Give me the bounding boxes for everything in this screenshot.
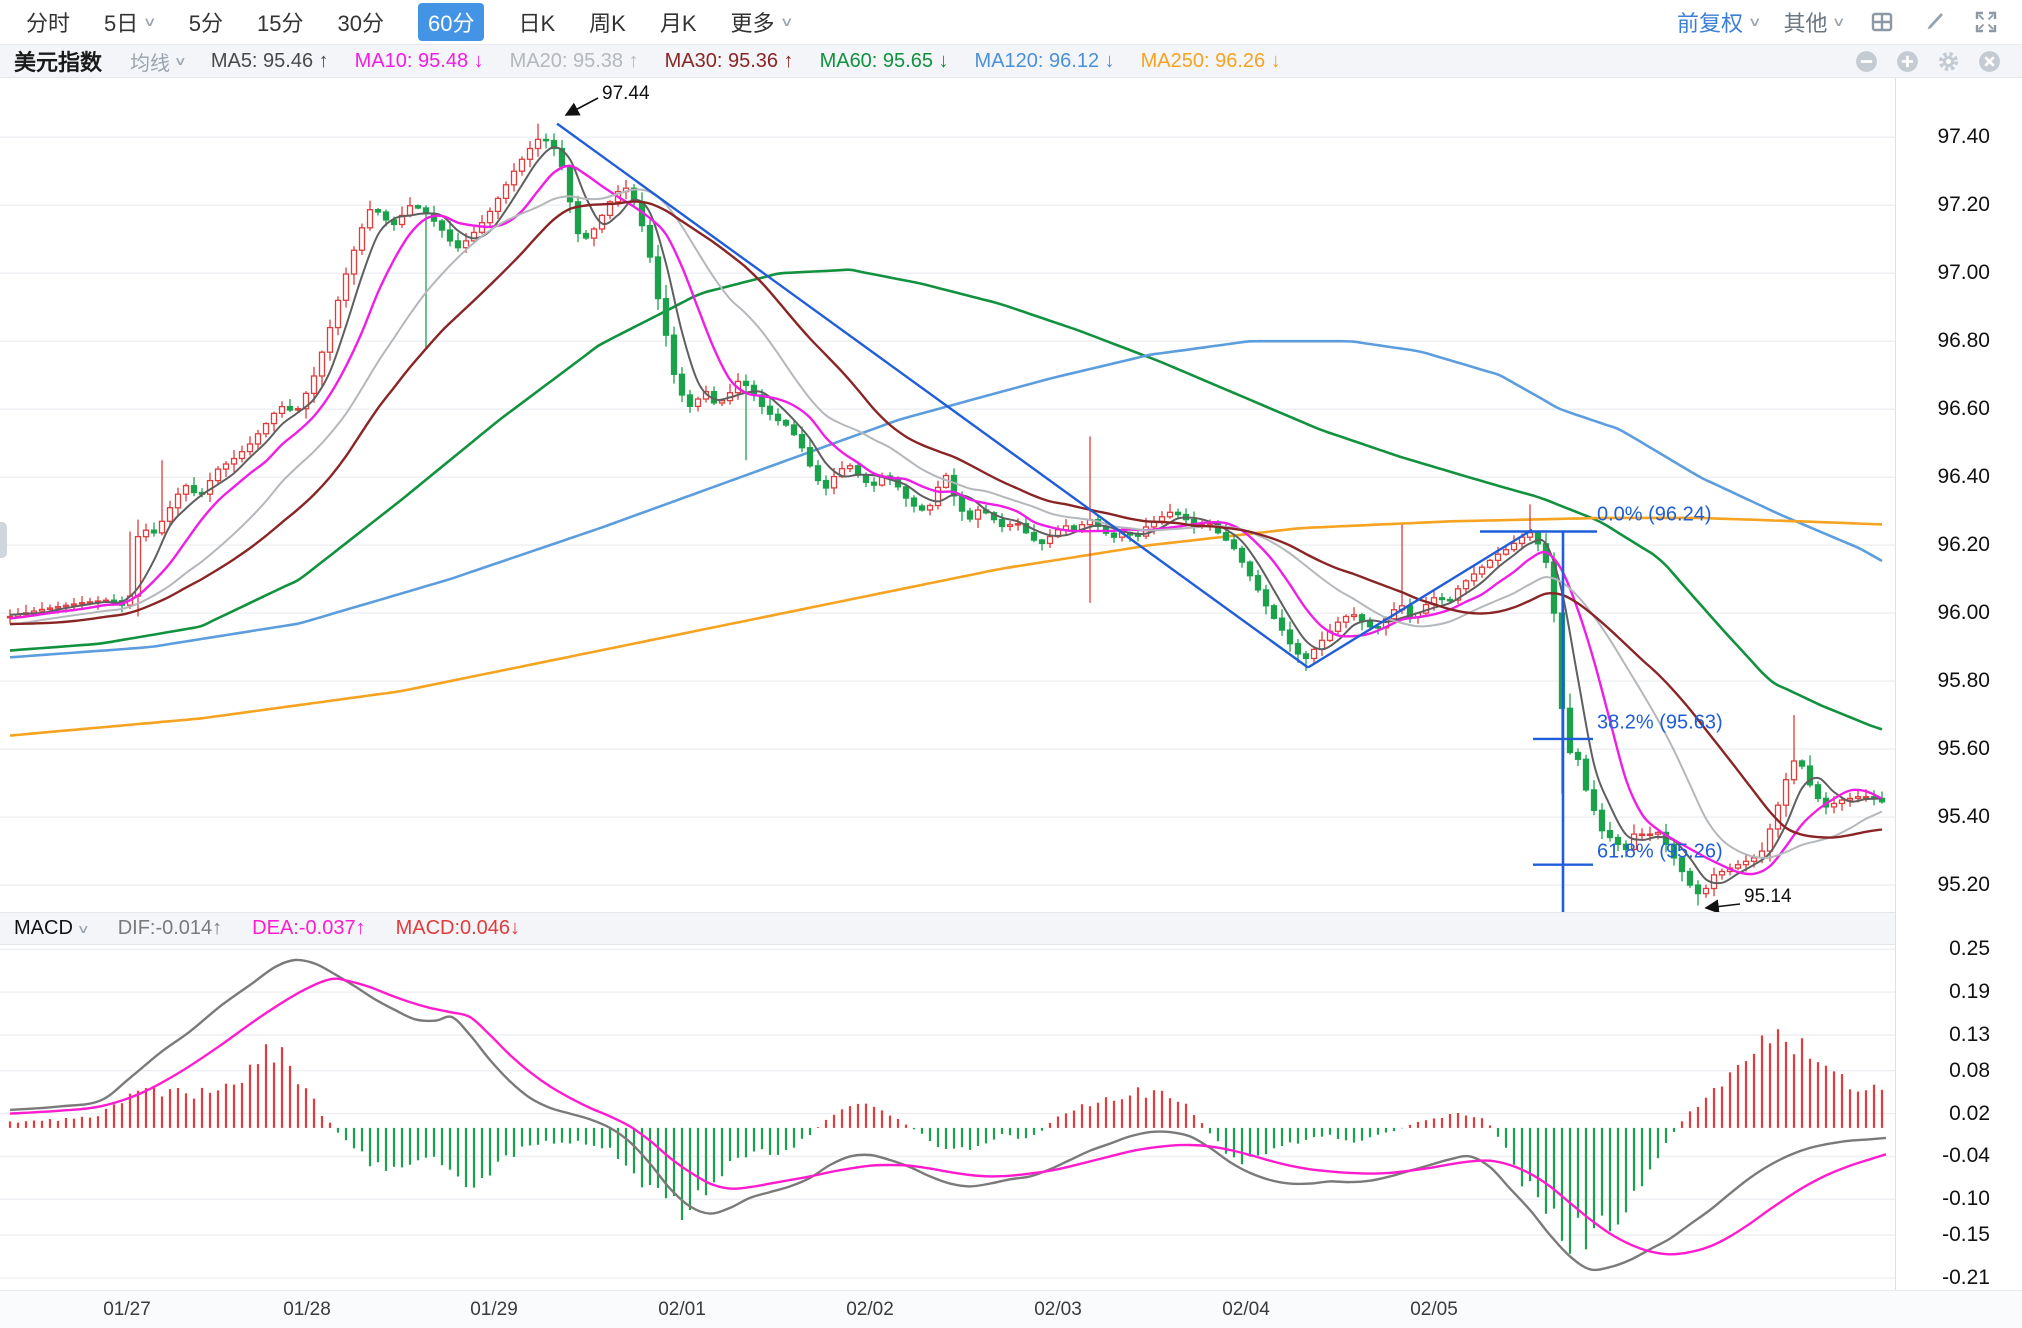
price-axis-label: 97.00: [1937, 261, 1990, 285]
ma-readouts: MA5: 95.46 ↑ MA10: 95.48 ↓ MA20: 95.38 ↑ MA…: [185, 50, 1281, 73]
price-axis-label: 95.80: [1937, 669, 1990, 693]
adjust-mode-dropdown[interactable]: 前复权 ∨: [1677, 6, 1760, 38]
x-axis-label: 02/05: [1410, 1299, 1458, 1321]
x-axis-label: 01/28: [283, 1299, 331, 1321]
macd-readout: MACD:0.046↓: [396, 917, 521, 940]
x-axis-label: 02/02: [846, 1299, 894, 1321]
fib-382-label: 38.2% (95.63): [1597, 712, 1723, 735]
x-axis-label: 02/01: [658, 1299, 706, 1321]
tab-weekly[interactable]: 周K: [589, 6, 626, 38]
tab-30min[interactable]: 30分: [338, 6, 384, 38]
zoom-out-icon[interactable]: [1854, 49, 1879, 74]
dif-readout: DIF:-0.014↑: [118, 917, 222, 940]
macd-chart-canvas[interactable]: [0, 945, 1895, 1290]
ma-readout-ma120: MA120: 96.12 ↓: [975, 50, 1115, 73]
x-axis-label: 02/03: [1034, 1299, 1082, 1321]
x-axis-label: 01/27: [103, 1299, 151, 1321]
price-axis-label: 97.40: [1937, 125, 1990, 149]
ma-selector-label: 均线: [130, 47, 170, 76]
ma-selector[interactable]: 均线 ∨: [130, 47, 185, 76]
brush-draw-icon[interactable]: [1920, 8, 1948, 36]
tab-5min[interactable]: 5分: [189, 6, 223, 38]
tab-15min[interactable]: 15分: [257, 6, 303, 38]
ma-readout-ma60: MA60: 95.65 ↓: [820, 50, 949, 73]
zoom-in-icon[interactable]: [1895, 49, 1920, 74]
price-axis-label: 96.80: [1937, 329, 1990, 353]
ma-readout-ma250: MA250: 96.26 ↓: [1141, 50, 1281, 73]
close-panel-icon[interactable]: [1977, 49, 2002, 74]
price-axis-label: 95.40: [1937, 805, 1990, 829]
trading-app: 分时 5日∨ 5分 15分 30分 60分 日K 周K 月K 更多∨ 前复权 ∨ 其他 ∨: [0, 0, 2022, 1328]
fib-618-label: 61.8% (95.26): [1597, 841, 1723, 864]
price-axis-label: 95.20: [1937, 873, 1990, 897]
price-chart-canvas[interactable]: [0, 78, 1895, 912]
period-tabs: 分时 5日∨ 5分 15分 30分 60分 日K 周K 月K 更多∨: [0, 3, 791, 41]
ma-readout-ma5: MA5: 95.46 ↑: [211, 50, 329, 73]
other-dropdown[interactable]: 其他 ∨: [1783, 6, 1844, 38]
settings-gear-icon[interactable]: [1936, 49, 1961, 74]
macd-header-bar: MACD ∨ DIF:-0.014↑ DEA:-0.037↑ MACD:0.04…: [0, 912, 2022, 945]
macd-chart-panel[interactable]: [0, 945, 1895, 1290]
high-price-annotation: 97.44: [602, 83, 650, 105]
x-axis-label: 02/04: [1222, 1299, 1270, 1321]
macd-title: MACD: [14, 917, 73, 940]
tab-monthly[interactable]: 月K: [660, 6, 697, 38]
macd-axis-label: -0.15: [1942, 1223, 1990, 1247]
price-axis-label: 96.40: [1937, 465, 1990, 489]
other-label: 其他: [1783, 6, 1827, 38]
ma-readout-ma20: MA20: 95.38 ↑: [510, 50, 639, 73]
price-axis-label: 96.20: [1937, 533, 1990, 557]
chevron-down-icon: ∨: [1748, 14, 1762, 30]
chevron-down-icon: ∨: [143, 14, 157, 30]
macd-axis-label: -0.04: [1942, 1144, 1990, 1168]
price-axis-label: 97.20: [1937, 193, 1990, 217]
ma-legend-bar: 美元指数 均线 ∨ MA5: 95.46 ↑ MA10: 95.48 ↓ MA20:…: [0, 45, 2022, 78]
macd-axis-label: 0.19: [1949, 980, 1990, 1004]
low-price-annotation: 95.14: [1744, 886, 1792, 908]
ma-readout-ma10: MA10: 95.48 ↓: [355, 50, 484, 73]
tab-more[interactable]: 更多∨: [731, 6, 792, 38]
legend-icons: [1854, 49, 2022, 74]
dea-readout: DEA:-0.037↑: [252, 917, 365, 940]
left-panel-handle[interactable]: [0, 522, 7, 558]
price-axis-label: 96.60: [1937, 397, 1990, 421]
macd-axis-label: 0.25: [1949, 937, 1990, 961]
tab-5day[interactable]: 5日∨: [104, 6, 155, 38]
x-axis-label: 01/29: [470, 1299, 518, 1321]
price-axis-label: 95.60: [1937, 737, 1990, 761]
toolbar-right: 前复权 ∨ 其他 ∨: [1677, 6, 2022, 38]
macd-axis-label: 0.13: [1949, 1023, 1990, 1047]
ma-readout-ma30: MA30: 95.36 ↑: [665, 50, 794, 73]
macd-axis-label: 0.08: [1949, 1059, 1990, 1083]
chevron-down-icon: ∨: [77, 922, 90, 936]
tab-60min[interactable]: 60分: [418, 3, 484, 41]
price-axis: 97.40 97.20 97.00 96.80 96.60 96.40 96.20 96.00…: [1895, 78, 2022, 1290]
fib-0-label: 0.0% (96.24): [1597, 504, 1712, 527]
macd-axis-label: 0.02: [1949, 1102, 1990, 1126]
chevron-down-icon: ∨: [779, 14, 793, 30]
macd-axis-label: -0.10: [1942, 1187, 1990, 1211]
adjust-mode-label: 前复权: [1677, 6, 1743, 38]
tab-daily[interactable]: 日K: [518, 6, 555, 38]
fullscreen-icon[interactable]: [1972, 8, 2000, 36]
chevron-down-icon: ∨: [174, 54, 187, 68]
time-axis: 01/27 01/28 01/29 02/01 02/02 02/03 02/04 02/05: [0, 1290, 2022, 1328]
grid-layout-icon[interactable]: [1868, 8, 1896, 36]
tab-fenshi[interactable]: 分时: [26, 6, 70, 38]
price-chart-panel[interactable]: [0, 78, 1895, 912]
symbol-title: 美元指数: [14, 45, 102, 77]
macd-axis-label: -0.21: [1942, 1266, 1990, 1290]
price-axis-label: 96.00: [1937, 601, 1990, 625]
chevron-down-icon: ∨: [1832, 14, 1846, 30]
period-toolbar: 分时 5日∨ 5分 15分 30分 60分 日K 周K 月K 更多∨ 前复权 ∨ 其他 ∨: [0, 0, 2022, 45]
macd-selector[interactable]: MACD ∨: [14, 917, 88, 940]
